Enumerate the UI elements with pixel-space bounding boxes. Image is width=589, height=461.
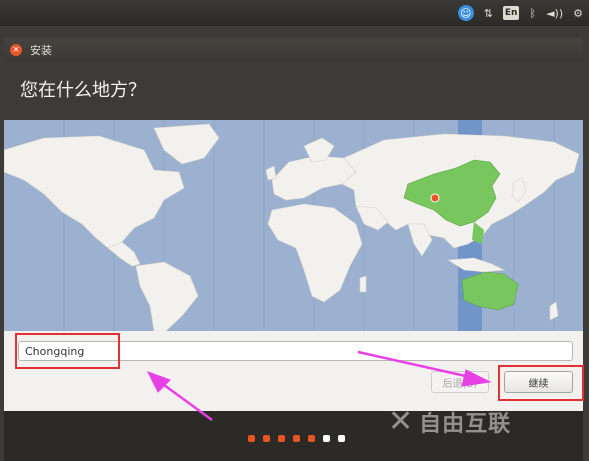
keyboard-layout-indicator[interactable]: En bbox=[502, 6, 520, 20]
watermark: ✕ 自由互联 bbox=[388, 404, 511, 439]
progress-dot bbox=[248, 435, 255, 442]
location-pin-icon bbox=[430, 193, 440, 203]
timezone-map[interactable] bbox=[4, 120, 583, 331]
window-title: 安装 bbox=[30, 44, 52, 57]
back-button[interactable]: 后退(B) bbox=[431, 371, 489, 393]
watermark-text: 自由互联 bbox=[419, 411, 512, 437]
watermark-logo-icon: ✕ bbox=[388, 404, 414, 439]
progress-dot bbox=[308, 435, 315, 442]
installer-window: × 安装 您在什么地方？ Chongqing 后退(B) 继续 bbox=[4, 38, 583, 461]
page-title: 您在什么地方？ bbox=[20, 80, 146, 101]
network-arrows-icon[interactable]: ⇅ bbox=[484, 4, 493, 22]
volume-icon[interactable]: ◄)) bbox=[546, 4, 563, 22]
madagascar bbox=[359, 275, 367, 293]
input-highlight-box bbox=[15, 333, 120, 369]
accessibility-icon[interactable]: ☺ bbox=[457, 5, 474, 21]
page-header: 您在什么地方？ bbox=[4, 62, 583, 120]
progress-dot bbox=[323, 435, 330, 442]
window-titlebar: × 安装 bbox=[4, 38, 583, 62]
system-gear-icon[interactable]: ⚙ bbox=[573, 4, 583, 22]
progress-dot bbox=[263, 435, 270, 442]
world-map-svg[interactable] bbox=[4, 120, 583, 331]
top-panel: ☺ ⇅ En ᛒ ◄)) ⚙ bbox=[0, 0, 589, 26]
bluetooth-icon[interactable]: ᛒ bbox=[529, 4, 536, 22]
progress-dots bbox=[248, 435, 345, 442]
close-icon[interactable]: × bbox=[10, 44, 22, 56]
progress-dot bbox=[278, 435, 285, 442]
progress-dot bbox=[293, 435, 300, 442]
continue-highlight-box bbox=[498, 365, 584, 401]
progress-dot bbox=[338, 435, 345, 442]
